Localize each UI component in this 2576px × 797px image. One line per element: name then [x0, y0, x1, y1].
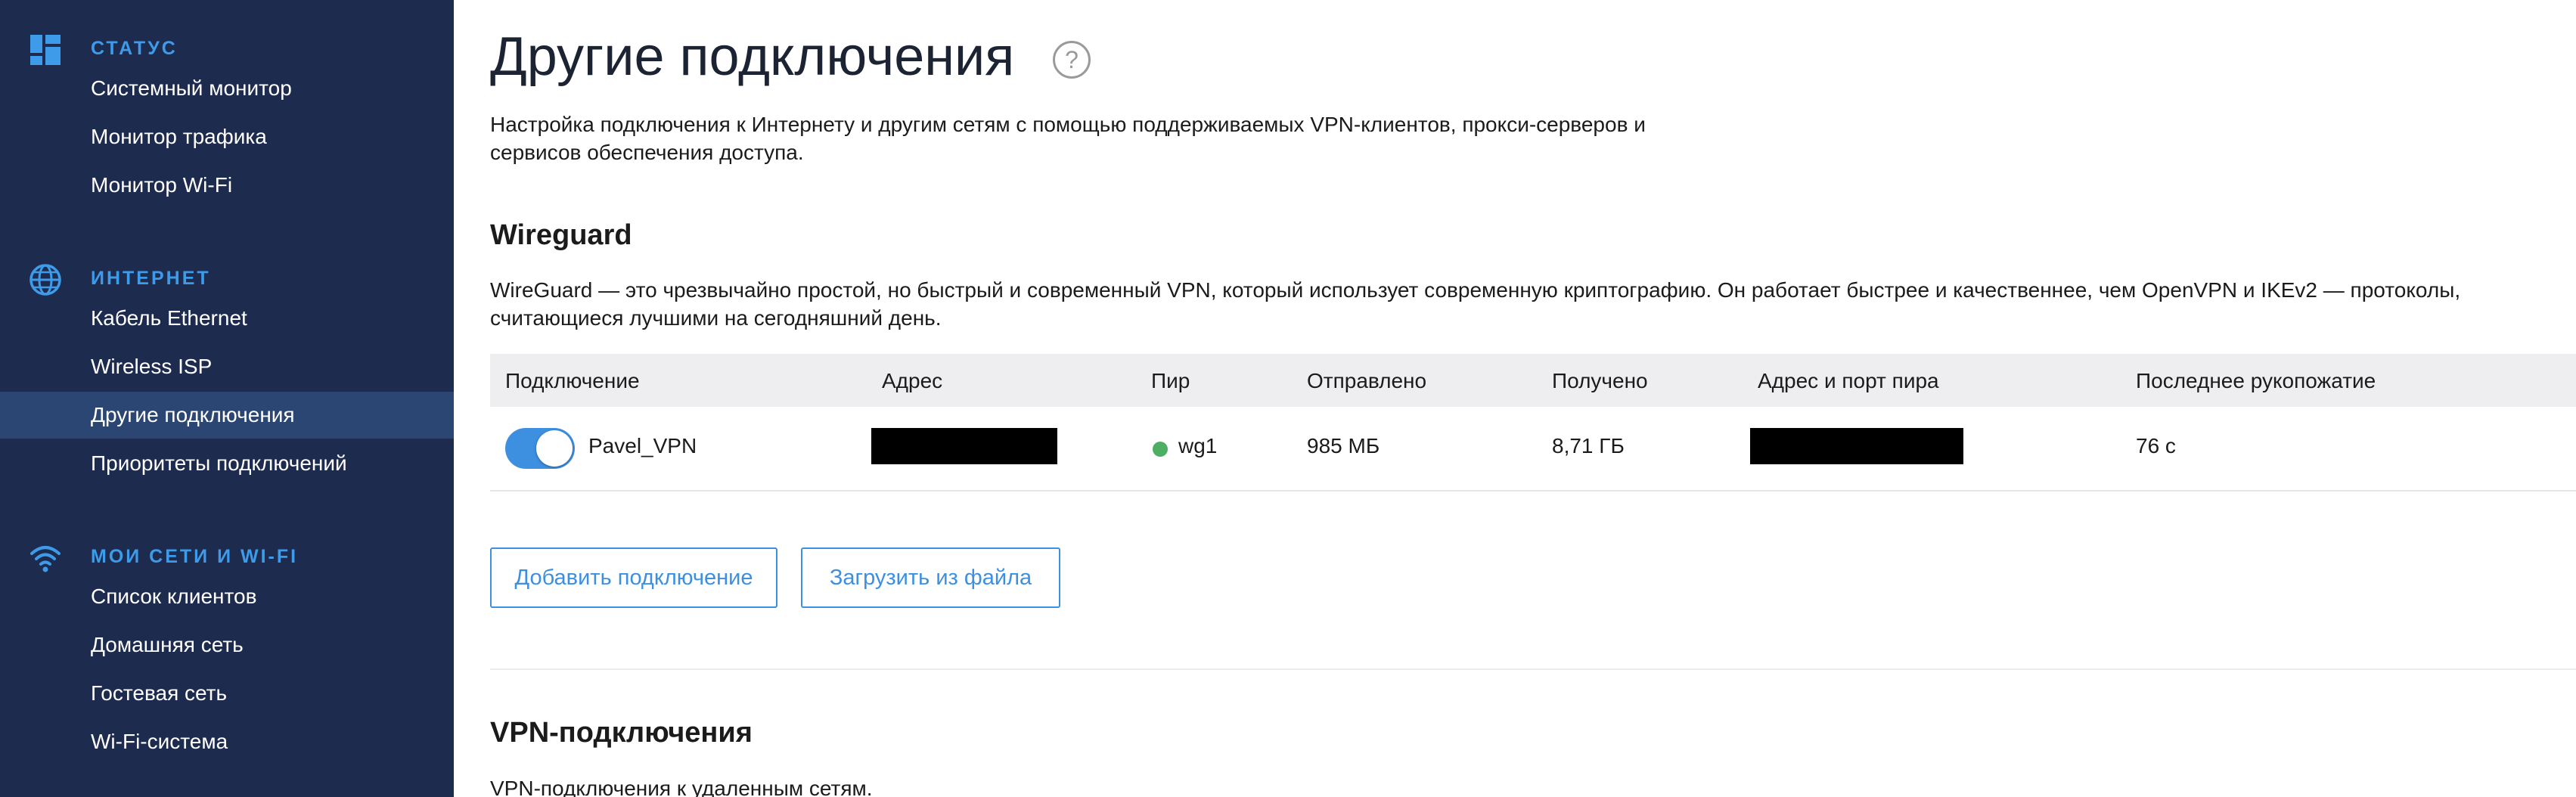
sidebar-item-label: Wireless ISP: [91, 355, 213, 378]
table-header: Подключение Адрес Пир Отправлено Получен…: [490, 354, 2576, 407]
sidebar-item-label: Монитор Wi-Fi: [91, 173, 233, 197]
sidebar-item-wifi-monitor[interactable]: Монитор Wi-Fi: [0, 162, 454, 209]
sidebar: СТАТУС Системный монитор Монитор трафика…: [0, 0, 454, 797]
sidebar-item-traffic-monitor[interactable]: Монитор трафика: [0, 113, 454, 160]
sidebar-item-client-list[interactable]: Список клиентов: [0, 573, 454, 620]
wireguard-heading: Wireguard: [490, 219, 632, 251]
sidebar-item-label: Wi-Fi-система: [91, 730, 228, 753]
column-header-sent: Отправлено: [1307, 369, 1427, 392]
received-value: 8,71 ГБ: [1552, 434, 1625, 457]
last-handshake-value: 76 с: [2136, 434, 2176, 457]
help-icon[interactable]: ?: [1053, 41, 1091, 79]
toggle-knob: [536, 430, 573, 467]
add-connection-button[interactable]: Добавить подключение: [490, 547, 777, 608]
sidebar-item-label: Системный монитор: [91, 76, 292, 100]
sidebar-item-label: Монитор трафика: [91, 125, 267, 148]
page-description-line-2: сервисов обеспечения доступа.: [490, 141, 804, 164]
sidebar-item-connection-priorities[interactable]: Приоритеты подключений: [0, 440, 454, 487]
page-title: Другие подключения: [490, 26, 1015, 87]
vpn-heading: VPN-подключения: [490, 717, 753, 749]
column-header-last-handshake: Последнее рукопожатие: [2136, 369, 2376, 392]
connection-toggle[interactable]: [505, 428, 575, 469]
section-divider: [490, 668, 2576, 670]
sidebar-item-wireless-isp[interactable]: Wireless ISP: [0, 343, 454, 390]
wifi-icon: [30, 546, 61, 572]
peer-status-dot: [1153, 442, 1168, 457]
sidebar-section-my-networks-header: МОИ СЕТИ И WI-FI: [0, 531, 454, 576]
sidebar-item-ethernet[interactable]: Кабель Ethernet: [0, 295, 454, 342]
sent-value: 985 МБ: [1307, 434, 1380, 457]
wireguard-description-line-1: WireGuard — это чрезвычайно простой, но …: [490, 278, 2461, 302]
connection-name[interactable]: Pavel_VPN: [588, 434, 697, 458]
sidebar-section-internet-header: ИНТЕРНЕТ: [0, 253, 454, 298]
sidebar-item-other-connections[interactable]: Другие подключения: [0, 392, 454, 439]
redacted-peer-address: [1750, 428, 1963, 464]
upload-from-file-button[interactable]: Загрузить из файла: [801, 547, 1060, 608]
page-description-line-1: Настройка подключения к Интернету и друг…: [490, 113, 1646, 136]
column-header-address: Адрес: [882, 369, 943, 392]
column-header-connection: Подключение: [505, 369, 640, 392]
main-content: Другие подключения ? Настройка подключен…: [454, 0, 2576, 797]
sidebar-item-label: Гостевая сеть: [91, 681, 228, 705]
sidebar-item-label: Кабель Ethernet: [91, 306, 247, 330]
wireguard-description-line-2: считающиеся лучшими на сегодняшний день.: [490, 306, 942, 330]
column-header-peer-address: Адрес и порт пира: [1758, 369, 1939, 392]
sidebar-section-title: СТАТУС: [91, 38, 178, 59]
sidebar-item-home-network[interactable]: Домашняя сеть: [0, 622, 454, 668]
sidebar-section-status-header: СТАТУС: [0, 23, 454, 68]
column-header-peer: Пир: [1151, 369, 1190, 392]
vpn-description: VPN-подключения к удаленным сетям.: [490, 777, 873, 797]
globe-icon: [29, 264, 61, 296]
column-header-received: Получено: [1552, 369, 1648, 392]
redacted-address: [871, 428, 1057, 464]
peer-name: wg1: [1178, 434, 1218, 457]
dashboard-icon: [30, 35, 61, 65]
sidebar-section-title: МОИ СЕТИ И WI-FI: [91, 546, 299, 567]
table-row[interactable]: Pavel_VPN wg1 985 МБ 8,71 ГБ 76 с: [490, 407, 2576, 492]
sidebar-item-label: Другие подключения: [91, 403, 295, 426]
sidebar-item-system-monitor[interactable]: Системный монитор: [0, 65, 454, 112]
sidebar-item-wifi-system[interactable]: Wi-Fi-система: [0, 718, 454, 765]
sidebar-item-guest-network[interactable]: Гостевая сеть: [0, 670, 454, 717]
sidebar-item-label: Приоритеты подключений: [91, 451, 347, 475]
sidebar-section-title: ИНТЕРНЕТ: [91, 268, 211, 289]
sidebar-item-label: Домашняя сеть: [91, 633, 244, 656]
sidebar-item-label: Список клиентов: [91, 585, 257, 608]
